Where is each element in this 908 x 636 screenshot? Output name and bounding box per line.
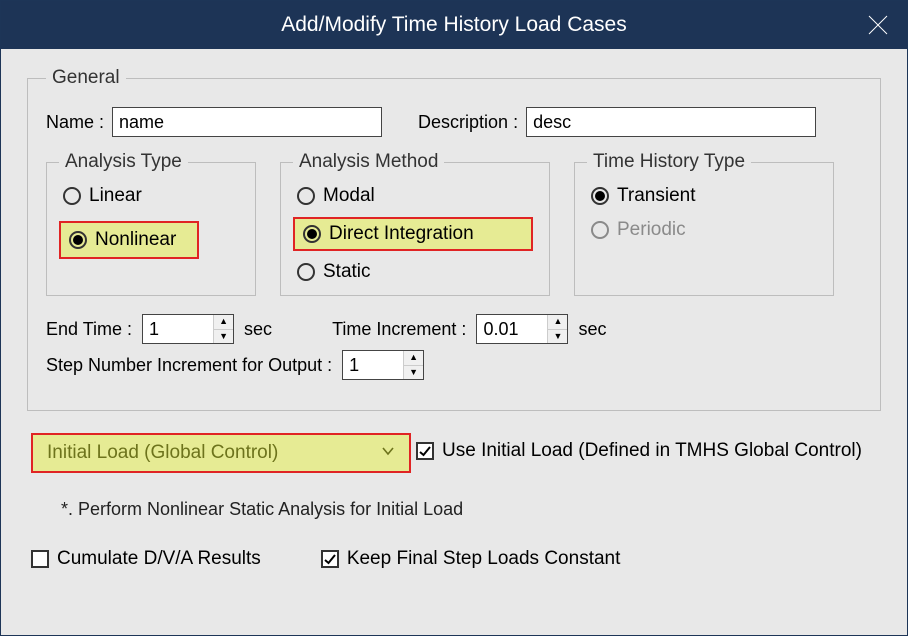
cumulate-results-label: Cumulate D/V/A Results [57, 548, 261, 570]
analysis-method-group: Analysis Method Modal Direct Integration [280, 151, 550, 296]
time-increment-input[interactable] [477, 315, 547, 343]
time-history-type-legend: Time History Type [587, 151, 751, 173]
modal-radio[interactable]: Modal [293, 183, 537, 209]
end-time-unit: sec [244, 319, 272, 340]
transient-label: Transient [617, 185, 696, 207]
analysis-type-group: Analysis Type Linear Nonlinear [46, 151, 256, 296]
end-time-label: End Time : [46, 319, 132, 340]
checkbox-icon [31, 550, 49, 568]
close-icon[interactable] [867, 14, 889, 36]
linear-label: Linear [89, 185, 142, 207]
spin-down-icon[interactable]: ▼ [214, 330, 233, 344]
cumulate-results-checkbox[interactable]: Cumulate D/V/A Results [31, 548, 261, 570]
step-increment-label: Step Number Increment for Output : [46, 355, 332, 376]
time-history-type-group: Time History Type Transient Periodic [574, 151, 834, 296]
checkbox-icon [321, 550, 339, 568]
direct-integration-radio[interactable]: Direct Integration [299, 221, 527, 247]
nonlinear-label: Nonlinear [95, 229, 176, 251]
radio-icon [69, 231, 87, 249]
chevron-down-icon [381, 442, 395, 464]
initial-load-dropdown-label: Initial Load (Global Control) [47, 442, 278, 464]
end-time-input[interactable] [143, 315, 213, 343]
radio-icon [591, 187, 609, 205]
name-label: Name : [46, 112, 104, 133]
step-increment-spin[interactable]: ▲ ▼ [342, 350, 424, 380]
titlebar: Add/Modify Time History Load Cases [1, 1, 907, 49]
use-initial-load-label: Use Initial Load (Defined in TMHS Global… [442, 440, 862, 462]
checkbox-icon [416, 442, 434, 460]
radio-icon [63, 187, 81, 205]
name-input[interactable] [112, 107, 382, 137]
static-label: Static [323, 261, 371, 283]
spin-up-icon[interactable]: ▲ [548, 315, 567, 330]
analysis-type-legend: Analysis Type [59, 151, 188, 173]
initial-load-dropdown[interactable]: Initial Load (Global Control) [31, 433, 411, 473]
end-time-spin[interactable]: ▲ ▼ [142, 314, 234, 344]
spin-up-icon[interactable]: ▲ [214, 315, 233, 330]
transient-radio[interactable]: Transient [587, 183, 821, 209]
dialog-window: Add/Modify Time History Load Cases Gener… [0, 0, 908, 636]
analysis-method-legend: Analysis Method [293, 151, 444, 173]
periodic-label: Periodic [617, 219, 686, 241]
use-initial-load-checkbox[interactable]: Use Initial Load (Defined in TMHS Global… [416, 440, 862, 462]
keep-final-step-checkbox[interactable]: Keep Final Step Loads Constant [321, 548, 621, 570]
static-radio[interactable]: Static [293, 259, 537, 285]
modal-label: Modal [323, 185, 375, 207]
initial-load-note: *. Perform Nonlinear Static Analysis for… [61, 499, 881, 520]
time-increment-unit: sec [578, 319, 606, 340]
linear-radio[interactable]: Linear [59, 183, 243, 209]
direct-integration-label: Direct Integration [329, 223, 474, 245]
radio-icon [297, 263, 315, 281]
radio-icon [297, 187, 315, 205]
spin-up-icon[interactable]: ▲ [404, 351, 423, 366]
time-increment-spin[interactable]: ▲ ▼ [476, 314, 568, 344]
nonlinear-radio[interactable]: Nonlinear [65, 227, 193, 253]
periodic-radio: Periodic [587, 217, 821, 243]
description-label: Description : [418, 112, 518, 133]
general-group: General Name : Description : Analysis Ty… [27, 67, 881, 411]
spin-down-icon[interactable]: ▼ [548, 330, 567, 344]
step-increment-input[interactable] [343, 351, 403, 379]
direct-integration-highlight: Direct Integration [293, 217, 533, 251]
radio-icon [591, 221, 609, 239]
window-title: Add/Modify Time History Load Cases [281, 13, 626, 37]
time-increment-label: Time Increment : [332, 319, 466, 340]
radio-icon [303, 225, 321, 243]
description-input[interactable] [526, 107, 816, 137]
general-legend: General [46, 67, 126, 89]
spin-down-icon[interactable]: ▼ [404, 366, 423, 380]
keep-final-step-label: Keep Final Step Loads Constant [347, 548, 621, 570]
nonlinear-highlight: Nonlinear [59, 221, 199, 259]
